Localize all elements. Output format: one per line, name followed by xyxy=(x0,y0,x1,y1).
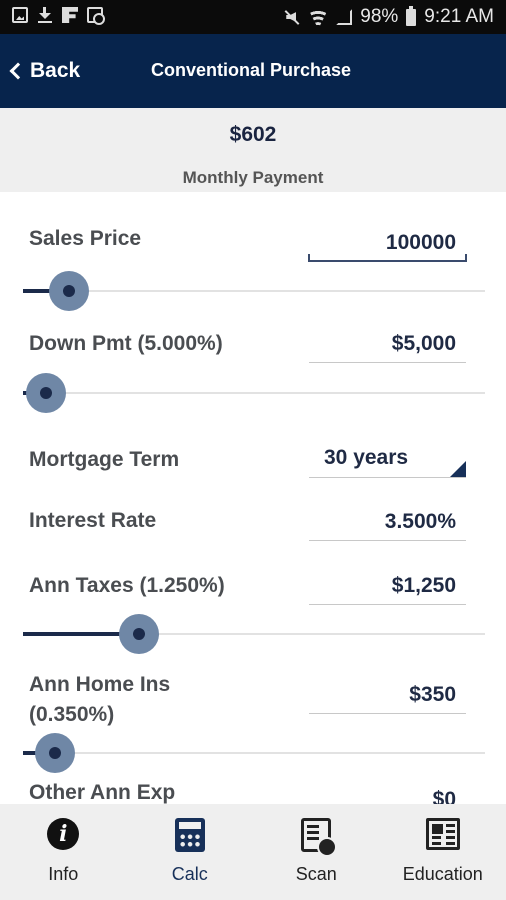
monthly-payment-label: Monthly Payment xyxy=(182,168,324,187)
sales-price-label: Sales Price xyxy=(29,227,142,250)
nav-calc[interactable]: Calc xyxy=(127,804,254,900)
calculator-icon xyxy=(174,818,205,852)
mute-icon xyxy=(284,9,300,25)
scan-document-icon xyxy=(301,818,338,857)
slider-thumb[interactable] xyxy=(119,614,159,654)
document-search-icon xyxy=(87,7,105,25)
down-payment-input[interactable]: $5,000 xyxy=(309,327,466,363)
down-payment-label: Down Pmt (5.000%) xyxy=(29,332,223,355)
monthly-payment-value: $602 xyxy=(229,123,277,146)
signal-icon xyxy=(336,9,353,25)
nav-scan-label: Scan xyxy=(295,864,337,884)
slider-thumb[interactable] xyxy=(35,733,75,773)
home-insurance-label-line2: (0.350%) xyxy=(29,703,115,726)
annual-taxes-slider[interactable] xyxy=(23,614,485,654)
sales-price-slider[interactable] xyxy=(23,271,485,311)
dropdown-caret-icon xyxy=(450,461,466,477)
info-icon: i xyxy=(47,818,80,850)
sales-price-input[interactable]: 100000 xyxy=(308,226,467,262)
slider-thumb[interactable] xyxy=(49,271,89,311)
annual-taxes-input[interactable]: $1,250 xyxy=(309,569,466,605)
slider-track xyxy=(23,290,485,292)
home-insurance-slider[interactable] xyxy=(23,733,485,773)
slider-track xyxy=(23,752,485,754)
mortgage-term-label: Mortgage Term xyxy=(29,448,180,471)
home-insurance-label: Ann Home Ins (0.350%) xyxy=(29,670,170,730)
mortgage-term-value: 30 years xyxy=(324,446,409,469)
home-insurance-label-line1: Ann Home Ins xyxy=(29,673,171,696)
chevron-left-icon xyxy=(9,62,27,80)
page-title: Conventional Purchase xyxy=(151,60,352,80)
nav-scan[interactable]: Scan xyxy=(253,804,380,900)
interest-rate-input[interactable]: 3.500% xyxy=(309,505,466,541)
wifi-icon xyxy=(308,9,328,25)
clock: 9:21 AM xyxy=(424,6,494,27)
notification-icons xyxy=(12,7,105,25)
slider-thumb[interactable] xyxy=(26,373,66,413)
other-expenses-label: Other Ann Exp xyxy=(29,781,176,804)
newspaper-icon xyxy=(425,818,460,850)
annual-taxes-label: Ann Taxes (1.250%) xyxy=(29,574,225,597)
slider-track xyxy=(23,392,485,394)
download-icon xyxy=(37,7,53,23)
back-button[interactable]: Back xyxy=(6,56,80,86)
app-bar: Back Conventional Purchase xyxy=(0,34,506,108)
nav-info[interactable]: i Info xyxy=(0,804,127,900)
interest-rate-label: Interest Rate xyxy=(29,509,157,532)
status-bar: 98% 9:21 AM xyxy=(0,0,506,34)
battery-percent: 98% xyxy=(360,6,399,27)
bottom-navigation: i Info Calc Scan Education xyxy=(0,804,506,900)
loan-form: Sales Price 100000 Down Pmt (5.000%) $5,… xyxy=(0,192,506,804)
payment-summary: $602 Monthly Payment xyxy=(0,108,506,192)
down-payment-slider[interactable] xyxy=(23,373,485,413)
nav-education[interactable]: Education xyxy=(380,804,506,900)
battery-icon xyxy=(406,5,417,26)
other-expenses-input[interactable]: $0 xyxy=(309,783,466,804)
home-insurance-input[interactable]: $350 xyxy=(309,678,466,714)
nav-info-label: Info xyxy=(48,864,79,884)
mortgage-term-select[interactable]: 30 years xyxy=(309,440,466,478)
flipboard-icon xyxy=(62,7,78,23)
image-icon xyxy=(12,7,28,23)
nav-calc-label: Calc xyxy=(171,864,208,884)
nav-education-label: Education xyxy=(402,864,483,884)
back-label: Back xyxy=(30,59,81,82)
